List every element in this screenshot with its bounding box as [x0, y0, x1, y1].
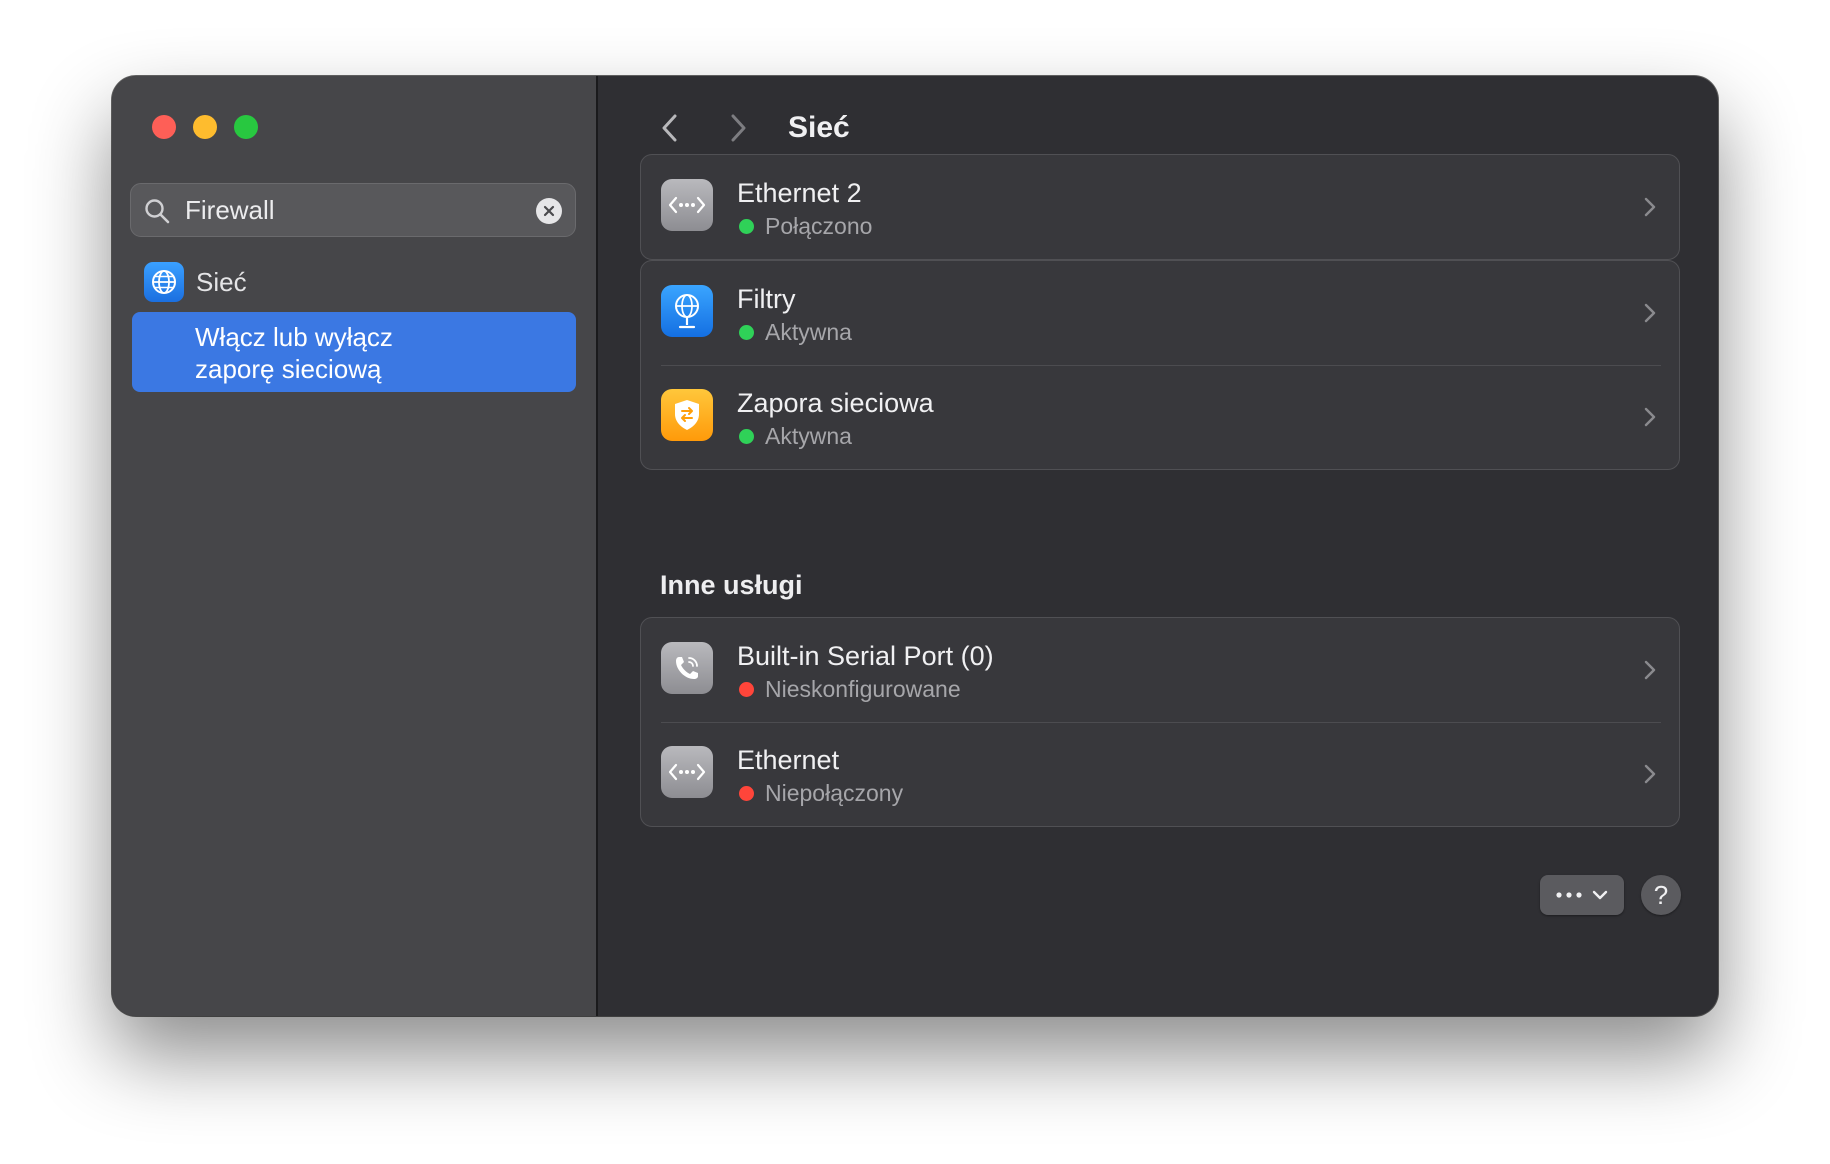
clear-search-button[interactable] — [536, 198, 562, 224]
status-text: Nieskonfigurowane — [765, 676, 961, 702]
main-pane: Sieć Ethernet 2 Połączono Filtry Aktywna… — [598, 76, 1718, 1016]
minimize-window-button[interactable] — [193, 115, 217, 139]
status-text: Aktywna — [765, 319, 852, 345]
sidebar: Sieć Włącz lub wyłącz zaporę sieciową — [112, 76, 598, 1016]
serial-port-phone-icon — [661, 642, 713, 694]
search-result-line1: Włącz lub wyłącz — [195, 322, 393, 352]
list-item-ethernet-2[interactable]: Ethernet 2 Połączono — [641, 155, 1679, 259]
status-dot — [739, 428, 754, 444]
ethernet-icon — [661, 746, 713, 798]
close-window-button[interactable] — [152, 115, 176, 139]
row-status: Aktywna — [737, 421, 852, 451]
row-title: Filtry — [737, 284, 796, 314]
help-button[interactable]: ? — [1641, 875, 1681, 915]
status-dot — [739, 324, 754, 340]
status-dot — [739, 681, 754, 697]
chevron-right-icon — [1644, 303, 1656, 323]
status-text: Połączono — [765, 213, 873, 239]
back-button[interactable] — [656, 110, 684, 146]
ethernet-icon — [661, 179, 713, 231]
page-title: Sieć — [788, 111, 850, 144]
list-item-firewall[interactable]: Zapora sieciowa Aktywna — [641, 365, 1679, 469]
chevron-right-icon — [1644, 407, 1656, 427]
row-status: Aktywna — [737, 317, 852, 347]
filters-globe-icon — [661, 285, 713, 337]
search-input[interactable] — [185, 184, 515, 236]
row-title: Ethernet — [737, 745, 840, 775]
filters-firewall-group: Filtry Aktywna Zapora sieciowa Aktywna — [640, 260, 1680, 470]
row-title: Zapora sieciowa — [737, 388, 934, 418]
status-dot — [739, 785, 754, 801]
chevron-right-icon — [1644, 660, 1656, 680]
sidebar-item-network[interactable]: Sieć — [144, 262, 247, 302]
row-title: Built-in Serial Port (0) — [737, 641, 994, 671]
connections-group: Ethernet 2 Połączono — [640, 154, 1680, 260]
chevron-right-icon — [1644, 764, 1656, 784]
firewall-shield-icon — [661, 389, 713, 441]
row-status: Niepołączony — [737, 778, 903, 808]
status-text: Aktywna — [765, 423, 852, 449]
list-item-filters[interactable]: Filtry Aktywna — [641, 261, 1679, 365]
window-controls — [152, 115, 258, 139]
section-heading-other-services: Inne usługi — [660, 570, 803, 600]
zoom-window-button[interactable] — [234, 115, 258, 139]
ellipsis-icon — [1556, 892, 1582, 898]
list-item-ethernet[interactable]: Ethernet Niepołączony — [641, 722, 1679, 826]
search-icon — [145, 199, 170, 224]
search-result-firewall-toggle[interactable]: Włącz lub wyłącz zaporę sieciową — [132, 312, 576, 392]
search-field[interactable] — [130, 183, 576, 237]
row-title: Ethernet 2 — [737, 178, 862, 208]
globe-icon — [144, 262, 184, 302]
other-services-group: Built-in Serial Port (0) Nieskonfigurowa… — [640, 617, 1680, 827]
search-result-line2: zaporę sieciową — [195, 354, 382, 384]
chevron-down-icon — [1592, 890, 1608, 900]
more-actions-button[interactable] — [1540, 875, 1624, 915]
sidebar-section-label: Sieć — [196, 266, 247, 297]
row-status: Połączono — [737, 211, 872, 241]
close-icon — [543, 205, 555, 217]
list-item-serial-port[interactable]: Built-in Serial Port (0) Nieskonfigurowa… — [641, 618, 1679, 722]
status-text: Niepołączony — [765, 780, 904, 806]
row-status: Nieskonfigurowane — [737, 674, 961, 704]
forward-button[interactable] — [724, 110, 752, 146]
chevron-right-icon — [1644, 197, 1656, 217]
settings-window: Sieć Włącz lub wyłącz zaporę sieciową Si… — [112, 76, 1718, 1016]
status-dot — [739, 218, 754, 234]
